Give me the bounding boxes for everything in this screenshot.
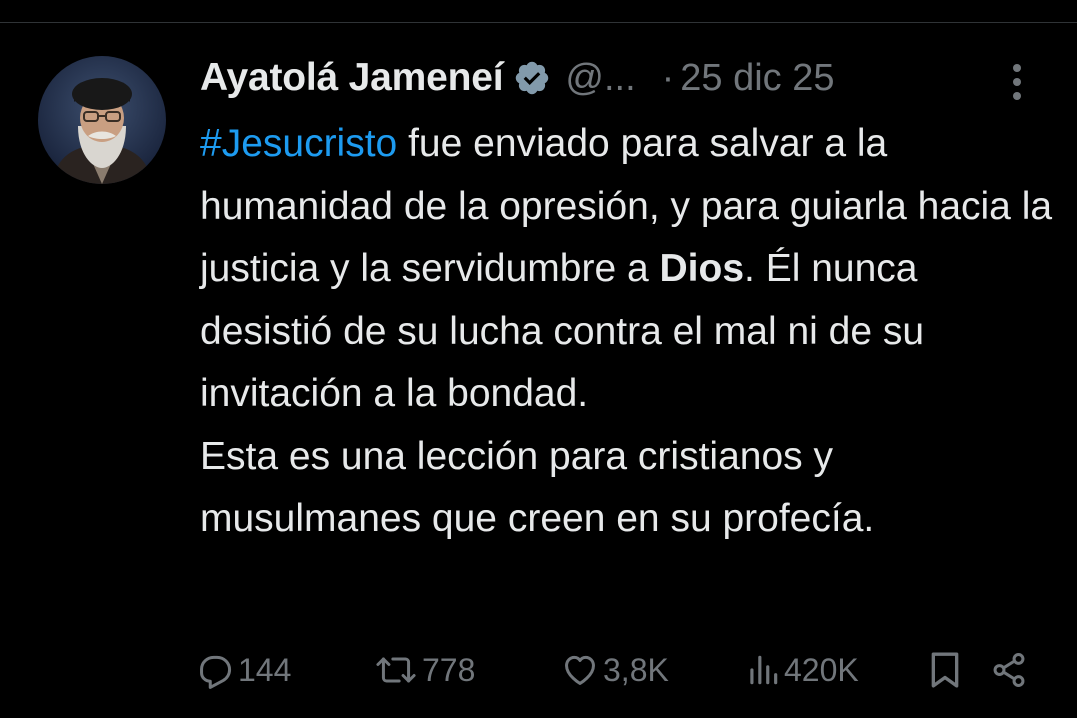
avatar-image <box>52 78 152 184</box>
author-handle[interactable]: @... <box>565 57 635 100</box>
header-separator: · <box>661 56 675 99</box>
reply-count: 144 <box>238 651 292 688</box>
top-divider <box>0 22 1077 23</box>
verified-badge-icon <box>513 59 551 97</box>
views-count: 420K <box>784 651 859 688</box>
tweet-header: Ayatolá Jameneí @... · 25 dic 25 <box>200 52 835 104</box>
tweet-text-bold: Dios <box>659 247 745 290</box>
tweet-text-part-3: Esta es una lección para cristianos y mu… <box>200 434 875 541</box>
reply-button[interactable]: 144 <box>196 640 291 700</box>
tweet-actions: 144 778 3,8K 420K <box>0 640 1077 700</box>
heart-icon <box>561 651 599 689</box>
like-button[interactable]: 3,8K <box>561 640 669 700</box>
like-count: 3,8K <box>603 651 669 688</box>
views-chart-icon <box>746 651 780 689</box>
reply-icon <box>196 651 234 689</box>
hashtag-link[interactable]: #Jesucristo <box>200 122 397 165</box>
views-button[interactable]: 420K <box>746 640 859 700</box>
bookmark-button[interactable] <box>928 640 962 700</box>
share-button[interactable] <box>990 640 1028 700</box>
tweet-text: #Jesucristo fue enviado para salvar a la… <box>200 113 1060 551</box>
bookmark-icon <box>928 650 962 690</box>
repost-icon <box>374 651 418 689</box>
tweet-date[interactable]: 25 dic 25 <box>680 57 834 100</box>
more-options-icon[interactable] <box>1006 60 1028 104</box>
share-icon <box>990 651 1028 689</box>
author-name[interactable]: Ayatolá Jameneí <box>200 56 504 100</box>
repost-button[interactable]: 778 <box>374 640 475 700</box>
avatar[interactable] <box>38 56 166 184</box>
repost-count: 778 <box>422 651 476 688</box>
